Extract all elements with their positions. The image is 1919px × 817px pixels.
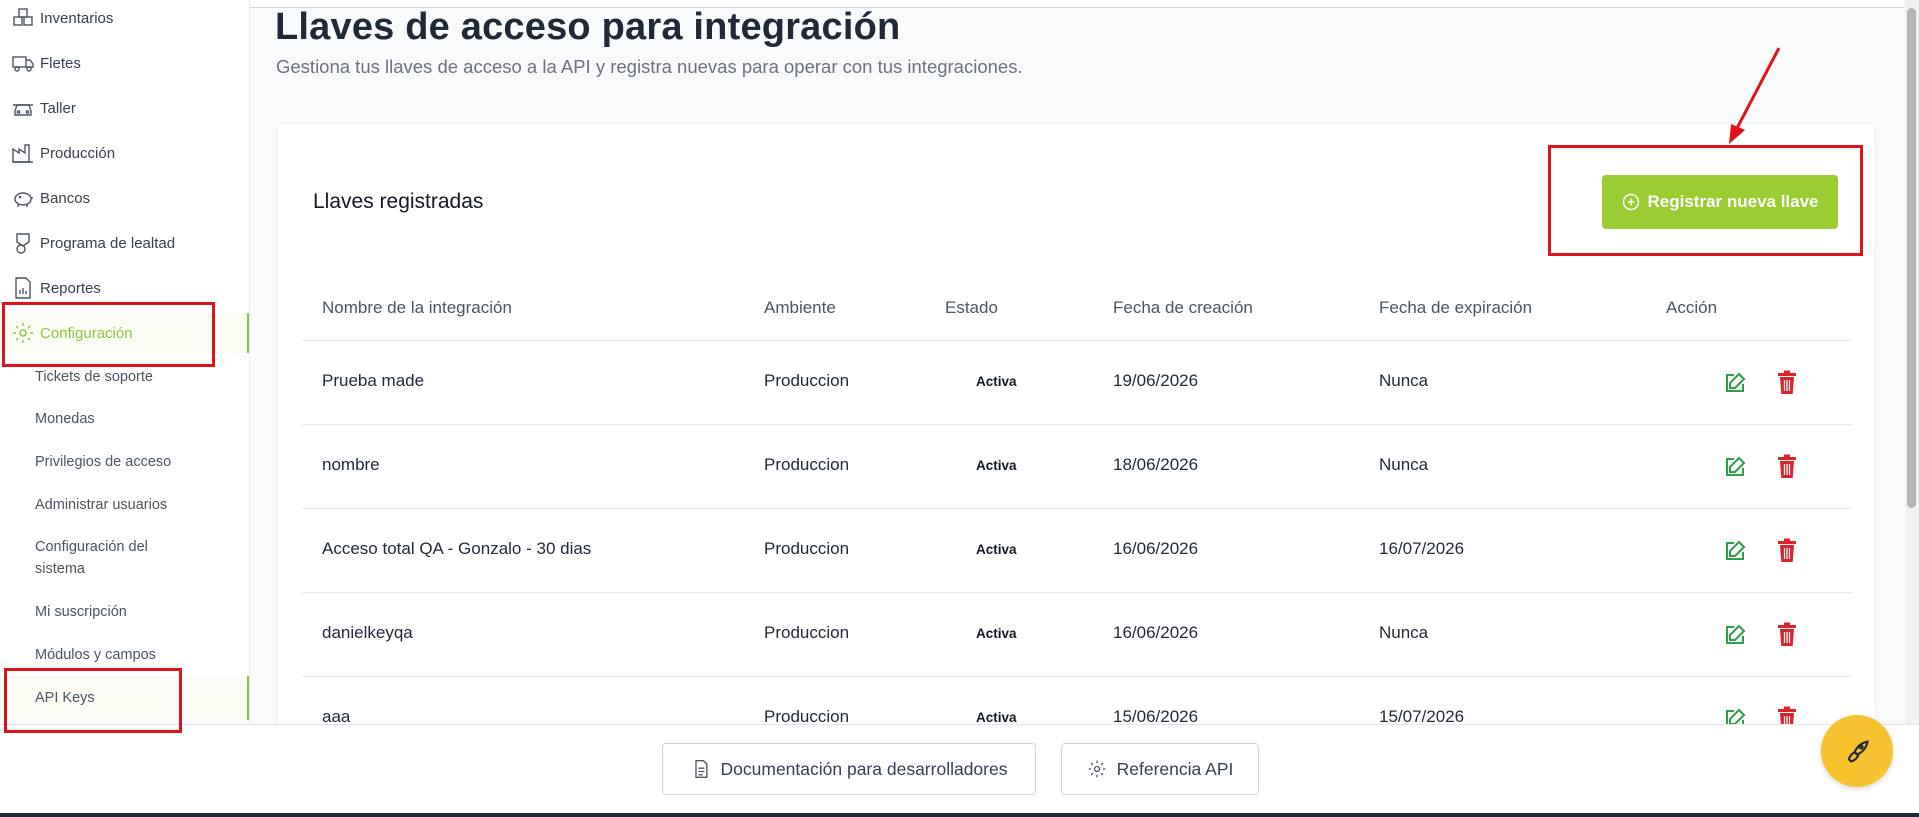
footer-bar: Documentación para desarrolladores Refer… [0,724,1919,813]
col-header-expires: Fecha de expiración [1379,298,1533,317]
sidebar-subitem-api-keys[interactable]: API Keys [0,676,249,720]
developer-docs-label: Documentación para desarrolladores [720,758,1008,779]
factory-icon [10,140,36,166]
sidebar-item-label: Bancos [40,189,91,207]
sidebar-item-label: Configuración [40,324,133,342]
col-header-env: Ambiente [764,298,836,317]
cell-expires: 16/07/2026 [1379,539,1465,558]
loyalty-icon [10,230,36,256]
sidebar: Inventarios Fletes Taller Producción Ban… [0,0,250,724]
status-badge: Activa [976,542,1017,557]
col-header-name: Nombre de la integración [322,298,512,317]
cell-created: 16/06/2026 [1113,539,1199,558]
table-row: Acceso total QA - Gonzalo - 30 dias Prod… [302,509,1852,593]
scrollbar-thumb[interactable] [1907,8,1916,508]
api-reference-button[interactable]: Referencia API [1061,743,1259,795]
page-title: Llaves de acceso para integración [275,6,901,48]
table-header: Nombre de la integración Ambiente Estado… [302,274,1852,341]
edit-icon[interactable] [1723,539,1747,563]
card-title: Llaves registradas [313,190,484,213]
sidebar-item-label: Reportes [40,279,101,297]
sidebar-item-reportes[interactable]: Reportes [0,268,249,308]
truck-icon [10,50,36,76]
cell-created: 16/06/2026 [1113,623,1199,642]
col-header-action: Acción [1666,298,1718,317]
developer-docs-button[interactable]: Documentación para desarrolladores [662,743,1036,795]
trash-icon[interactable] [1776,538,1800,564]
boxes-icon [10,5,36,31]
sidebar-item-inventarios[interactable]: Inventarios [0,0,249,38]
sidebar-item-fletes[interactable]: Fletes [0,43,249,83]
document-icon [694,760,708,778]
trash-icon[interactable] [1776,454,1800,480]
rocket-fab-button[interactable] [1821,715,1893,787]
cell-env: Produccion [764,371,850,390]
sidebar-item-label: Producción [40,144,116,162]
plus-circle-icon [1623,193,1640,211]
trash-icon[interactable] [1776,622,1800,648]
sidebar-subitem-monedas[interactable]: Monedas [0,408,249,430]
sidebar-subitem-config-sistema[interactable]: Configuración del sistema [0,536,200,580]
cell-expires: Nunca [1379,623,1429,642]
bottom-edge [0,813,1919,817]
gear-icon [10,320,36,346]
cell-env: Produccion [764,539,850,558]
edit-icon[interactable] [1723,371,1747,395]
status-badge: Activa [976,710,1017,725]
register-key-button[interactable]: Registrar nueva llave [1602,175,1838,229]
report-icon [10,275,36,301]
main-content: Llaves de acceso para integración Gestio… [251,0,1901,761]
cell-name: Acceso total QA - Gonzalo - 30 dias [322,539,592,558]
gear-icon [1088,760,1105,778]
table-row: danielkeyqa Produccion Activa 16/06/2026… [302,593,1852,677]
sidebar-item-produccion[interactable]: Producción [0,133,249,173]
sidebar-item-configuracion[interactable]: Configuración [0,313,249,353]
car-icon [10,95,36,121]
col-header-status: Estado [945,298,998,317]
cell-env: Produccion [764,623,850,642]
trash-icon[interactable] [1776,370,1800,396]
sidebar-item-bancos[interactable]: Bancos [0,178,249,218]
cell-expires: Nunca [1379,371,1429,390]
sidebar-item-label: Programa de lealtad [40,234,176,252]
piggy-bank-icon [10,185,36,211]
register-key-label: Registrar nueva llave [1647,192,1819,211]
cell-name: Prueba made [322,371,425,390]
cell-name: danielkeyqa [322,623,413,642]
status-badge: Activa [976,458,1017,473]
sidebar-item-taller[interactable]: Taller [0,88,249,128]
sidebar-subitem-modulos[interactable]: Módulos y campos [0,644,249,666]
edit-icon[interactable] [1723,455,1747,479]
cell-env: Produccion [764,455,850,474]
col-header-created: Fecha de creación [1113,298,1253,317]
page-subtitle: Gestiona tus llaves de acceso a la API y… [276,56,1023,77]
sidebar-subitem-privilegios[interactable]: Privilegios de acceso [0,451,249,473]
keys-card: Llaves registradas Registrar nueva llave… [276,123,1876,761]
api-reference-label: Referencia API [1116,758,1234,779]
keys-table: Nombre de la integración Ambiente Estado… [302,274,1852,761]
sidebar-item-programa-lealtad[interactable]: Programa de lealtad [0,223,249,263]
sidebar-item-label: Inventarios [40,9,114,27]
cell-created: 19/06/2026 [1113,371,1199,390]
cell-created: 18/06/2026 [1113,455,1199,474]
sidebar-subitem-suscripcion[interactable]: Mi suscripción [0,601,249,623]
status-badge: Activa [976,374,1017,389]
sidebar-item-label: Taller [40,99,76,117]
sidebar-subitem-tickets[interactable]: Tickets de soporte [0,366,249,388]
rocket-icon [1847,740,1869,763]
sidebar-item-label: Fletes [40,54,81,72]
table-row: nombre Produccion Activa 18/06/2026 Nunc… [302,425,1852,509]
edit-icon[interactable] [1723,623,1747,647]
table-row: Prueba made Produccion Activa 19/06/2026… [302,341,1852,425]
cell-expires: Nunca [1379,455,1429,474]
sidebar-subitem-usuarios[interactable]: Administrar usuarios [0,494,249,516]
status-badge: Activa [976,626,1017,641]
cell-name: nombre [322,455,380,474]
